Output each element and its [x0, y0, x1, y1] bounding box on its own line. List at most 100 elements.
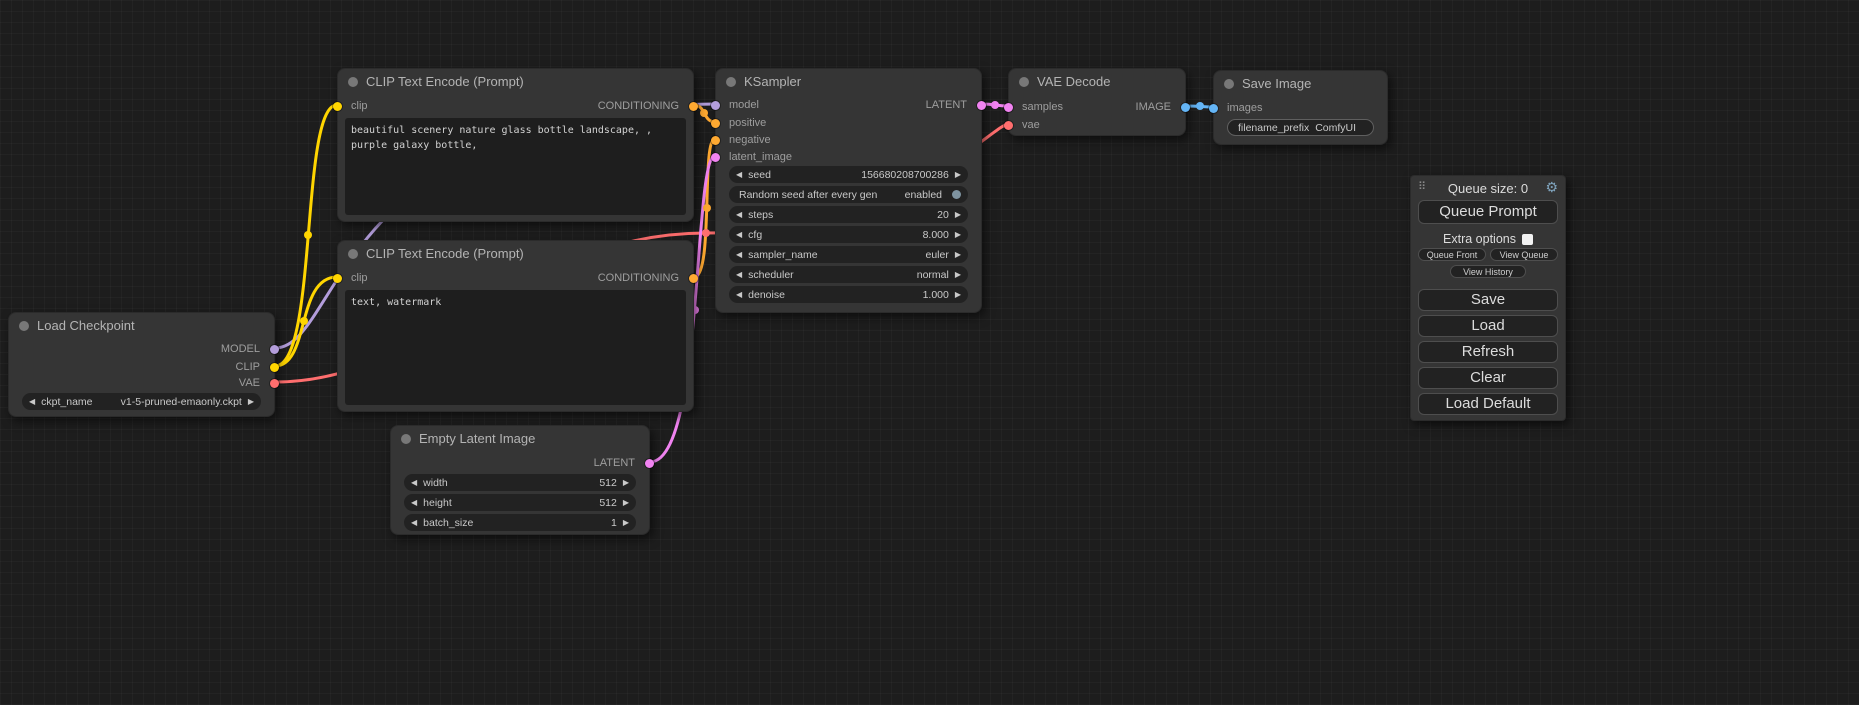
- random-seed-toggle-widget[interactable]: Random seed after every gen enabled: [729, 186, 968, 203]
- scheduler-widget[interactable]: ◀ scheduler normal ▶: [729, 266, 968, 283]
- node-header: Load Checkpoint: [9, 313, 274, 338]
- vae-output-slot[interactable]: [270, 379, 279, 388]
- increment-arrow-icon[interactable]: ▶: [623, 479, 629, 487]
- image-output-label: IMAGE: [1136, 100, 1171, 114]
- link-midpoint-dot: [300, 317, 308, 325]
- filename-prefix-widget[interactable]: filename_prefix ComfyUI: [1227, 119, 1374, 136]
- conditioning-output-slot[interactable]: [689, 274, 698, 283]
- node-empty-latent-image[interactable]: Empty Latent Image LATENT ◀ width 512 ▶ …: [390, 425, 650, 535]
- save-button[interactable]: Save: [1418, 289, 1558, 311]
- decrement-arrow-icon[interactable]: ◀: [411, 519, 417, 527]
- widget-value: 1.000: [923, 289, 949, 301]
- sampler-name-widget[interactable]: ◀ sampler_name euler ▶: [729, 246, 968, 263]
- node-collapse-icon[interactable]: [1019, 77, 1029, 87]
- increment-arrow-icon[interactable]: ▶: [623, 499, 629, 507]
- node-collapse-icon[interactable]: [19, 321, 29, 331]
- seed-widget[interactable]: ◀ seed 156680208700286 ▶: [729, 166, 968, 183]
- widget-value: 512: [599, 477, 617, 489]
- model-output-slot[interactable]: [270, 345, 279, 354]
- decrement-arrow-icon[interactable]: ◀: [736, 231, 742, 239]
- image-output-slot[interactable]: [1181, 103, 1190, 112]
- refresh-button[interactable]: Refresh: [1418, 341, 1558, 363]
- decrement-arrow-icon[interactable]: ◀: [411, 479, 417, 487]
- node-vae-decode[interactable]: VAE Decode samples vae IMAGE: [1008, 68, 1186, 136]
- clip-output-slot[interactable]: [270, 363, 279, 372]
- increment-arrow-icon[interactable]: ▶: [955, 291, 961, 299]
- widget-value: ComfyUI: [1315, 122, 1356, 134]
- vae-output-label: VAE: [239, 376, 260, 390]
- latent-output-slot[interactable]: [977, 101, 986, 110]
- decrement-arrow-icon[interactable]: ◀: [411, 499, 417, 507]
- clip-input-label: clip: [351, 271, 368, 285]
- clip-input-slot[interactable]: [333, 274, 342, 283]
- node-collapse-icon[interactable]: [1224, 79, 1234, 89]
- widget-label: cfg: [748, 229, 762, 241]
- clear-button[interactable]: Clear: [1418, 367, 1558, 389]
- samples-input-slot[interactable]: [1004, 103, 1013, 112]
- node-clip-text-encode-positive[interactable]: CLIP Text Encode (Prompt) clip CONDITION…: [337, 68, 694, 222]
- decrement-arrow-icon[interactable]: ◀: [29, 398, 35, 406]
- increment-arrow-icon[interactable]: ▶: [955, 171, 961, 179]
- queue-menu-panel[interactable]: ⠿ Queue size: 0 ⚙ Queue Prompt Extra opt…: [1410, 175, 1566, 421]
- settings-gear-icon[interactable]: ⚙: [1545, 179, 1558, 196]
- width-widget[interactable]: ◀ width 512 ▶: [404, 474, 636, 491]
- widget-value: normal: [917, 269, 949, 281]
- load-button[interactable]: Load: [1418, 315, 1558, 337]
- conditioning-output-label: CONDITIONING: [598, 99, 679, 113]
- node-title: VAE Decode: [1037, 74, 1110, 89]
- node-collapse-icon[interactable]: [726, 77, 736, 87]
- node-load-checkpoint[interactable]: Load Checkpoint MODEL CLIP VAE ◀ ckpt_na…: [8, 312, 275, 417]
- node-save-image[interactable]: Save Image images filename_prefix ComfyU…: [1213, 70, 1388, 145]
- queue-front-button[interactable]: Queue Front: [1418, 248, 1486, 261]
- decrement-arrow-icon[interactable]: ◀: [736, 251, 742, 259]
- increment-arrow-icon[interactable]: ▶: [955, 231, 961, 239]
- vae-input-slot[interactable]: [1004, 121, 1013, 130]
- latent-output-label: LATENT: [594, 456, 635, 470]
- ckpt-name-widget[interactable]: ◀ ckpt_name v1-5-pruned-emaonly.ckpt ▶: [22, 393, 261, 410]
- negative-input-slot[interactable]: [711, 136, 720, 145]
- extra-options-checkbox[interactable]: [1522, 234, 1533, 245]
- node-collapse-icon[interactable]: [348, 249, 358, 259]
- extra-options-row: Extra options: [1411, 232, 1565, 246]
- model-input-slot[interactable]: [711, 101, 720, 110]
- view-queue-button[interactable]: View Queue: [1490, 248, 1558, 261]
- cfg-widget[interactable]: ◀ cfg 8.000 ▶: [729, 226, 968, 243]
- positive-prompt-textarea[interactable]: beautiful scenery nature glass bottle la…: [345, 118, 686, 215]
- decrement-arrow-icon[interactable]: ◀: [736, 171, 742, 179]
- view-history-button[interactable]: View History: [1450, 265, 1526, 278]
- height-widget[interactable]: ◀ height 512 ▶: [404, 494, 636, 511]
- increment-arrow-icon[interactable]: ▶: [955, 211, 961, 219]
- latent-image-input-slot[interactable]: [711, 153, 720, 162]
- node-collapse-icon[interactable]: [348, 77, 358, 87]
- denoise-widget[interactable]: ◀ denoise 1.000 ▶: [729, 286, 968, 303]
- negative-prompt-textarea[interactable]: text, watermark: [345, 290, 686, 405]
- increment-arrow-icon[interactable]: ▶: [623, 519, 629, 527]
- node-clip-text-encode-negative[interactable]: CLIP Text Encode (Prompt) clip CONDITION…: [337, 240, 694, 412]
- widget-value: 8.000: [923, 229, 949, 241]
- batch-size-widget[interactable]: ◀ batch_size 1 ▶: [404, 514, 636, 531]
- latent-output-slot[interactable]: [645, 459, 654, 468]
- increment-arrow-icon[interactable]: ▶: [955, 271, 961, 279]
- increment-arrow-icon[interactable]: ▶: [248, 398, 254, 406]
- decrement-arrow-icon[interactable]: ◀: [736, 291, 742, 299]
- load-default-button[interactable]: Load Default: [1418, 393, 1558, 415]
- node-graph-canvas[interactable]: Load Checkpoint MODEL CLIP VAE ◀ ckpt_na…: [0, 0, 1859, 705]
- widget-label: batch_size: [423, 517, 473, 529]
- positive-input-slot[interactable]: [711, 119, 720, 128]
- clip-input-slot[interactable]: [333, 102, 342, 111]
- steps-widget[interactable]: ◀ steps 20 ▶: [729, 206, 968, 223]
- toggle-on-icon[interactable]: [952, 190, 961, 199]
- images-input-slot[interactable]: [1209, 104, 1218, 113]
- decrement-arrow-icon[interactable]: ◀: [736, 211, 742, 219]
- node-ksampler[interactable]: KSampler model positive negative latent_…: [715, 68, 982, 313]
- widget-value: enabled: [905, 189, 942, 201]
- widget-label: width: [423, 477, 448, 489]
- widget-label: ckpt_name: [41, 396, 92, 408]
- decrement-arrow-icon[interactable]: ◀: [736, 271, 742, 279]
- link-midpoint-dot: [700, 109, 708, 117]
- node-collapse-icon[interactable]: [401, 434, 411, 444]
- conditioning-output-slot[interactable]: [689, 102, 698, 111]
- extra-options-label: Extra options: [1443, 232, 1516, 246]
- increment-arrow-icon[interactable]: ▶: [955, 251, 961, 259]
- queue-prompt-button[interactable]: Queue Prompt: [1418, 200, 1558, 224]
